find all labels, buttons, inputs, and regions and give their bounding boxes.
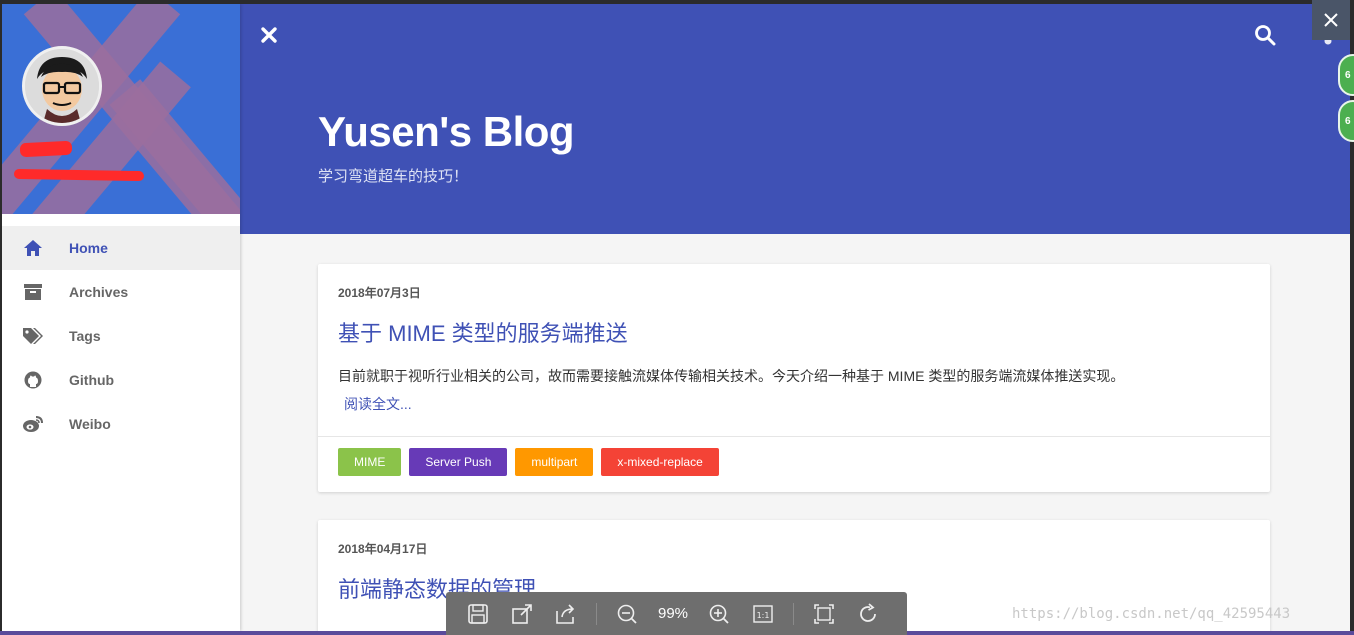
avatar[interactable] (22, 46, 102, 126)
sidebar-header (2, 4, 240, 214)
blog-subtitle: 学习弯道超车的技巧！ (318, 168, 469, 185)
sidebar-nav: Home Archives Tags Github Weibo (2, 226, 240, 446)
sidebar-item-label: Home (69, 240, 108, 256)
tag-x-mixed-replace[interactable]: x-mixed-replace (601, 448, 719, 476)
sidebar-item-label: Archives (69, 284, 129, 300)
save-icon[interactable] (463, 599, 493, 629)
sidebar-item-github[interactable]: Github (2, 358, 240, 402)
sidebar-item-label: Github (69, 372, 115, 388)
tag-multipart[interactable]: multipart (515, 448, 594, 476)
sidebar-item-tags[interactable]: Tags (2, 314, 240, 358)
sidebar-item-label: Weibo (69, 416, 111, 432)
sidebar-item-archives[interactable]: Archives (2, 270, 240, 314)
search-icon[interactable] (1254, 24, 1276, 46)
blog-header: Yusen's Blog 学习弯道超车的技巧！ (240, 4, 1350, 234)
redacted-username (19, 140, 73, 158)
post-card: 2018年07月3日 基于 MIME 类型的服务端推送 目前就职于视听行业相关的… (318, 264, 1270, 492)
blog-title: Yusen's Blog (318, 108, 575, 155)
sidebar-item-weibo[interactable]: Weibo (2, 402, 240, 446)
read-more-link[interactable]: 阅读全文... (344, 394, 412, 414)
watermark: https://blog.csdn.net/qq_42595443 (1012, 606, 1291, 622)
zoom-out-icon[interactable] (612, 599, 642, 629)
tag-mime[interactable]: MIME (338, 448, 402, 476)
side-bubble[interactable]: 6 (1338, 54, 1354, 96)
viewer-close-button[interactable] (1312, 0, 1350, 40)
share-icon[interactable] (551, 599, 581, 629)
post-date: 2018年04月17日 (338, 542, 428, 556)
sidebar-item-label: Tags (69, 328, 101, 344)
fit-window-icon[interactable] (507, 599, 537, 629)
toolbar-separator (596, 602, 597, 625)
fullscreen-icon[interactable] (809, 599, 839, 629)
post-date: 2018年07月3日 (338, 286, 421, 300)
close-icon[interactable] (258, 24, 280, 46)
tags-icon (22, 325, 44, 347)
post-tags: MIME Server Push multipart x-mixed-repla… (338, 448, 719, 476)
toolbar-separator (793, 602, 794, 625)
image-viewer-toolbar: 99% 1:1 (446, 592, 907, 635)
post-title[interactable]: 基于 MIME 类型的服务端推送 (338, 316, 628, 348)
zoom-level: 99% (657, 605, 689, 622)
sidebar: Home Archives Tags Github Weibo (2, 4, 240, 631)
side-bubble[interactable]: 6 (1338, 100, 1354, 142)
rotate-icon[interactable] (853, 599, 883, 629)
home-icon (22, 237, 44, 259)
github-icon (22, 369, 44, 391)
weibo-icon (22, 413, 44, 435)
card-divider (318, 436, 1270, 437)
browser-viewport: Home Archives Tags Github Weibo Yusen's … (2, 4, 1350, 631)
archive-icon (22, 281, 44, 303)
actual-size-label: 1:1 (757, 611, 770, 620)
zoom-in-icon[interactable] (704, 599, 734, 629)
close-icon (1324, 13, 1338, 27)
post-excerpt: 目前就职于视听行业相关的公司，故而需要接触流媒体传输相关技术。今天介绍一种基于 … (338, 368, 1125, 384)
actual-size-button[interactable]: 1:1 (748, 599, 778, 629)
sidebar-item-home[interactable]: Home (2, 226, 240, 270)
tag-server-push[interactable]: Server Push (409, 448, 508, 476)
